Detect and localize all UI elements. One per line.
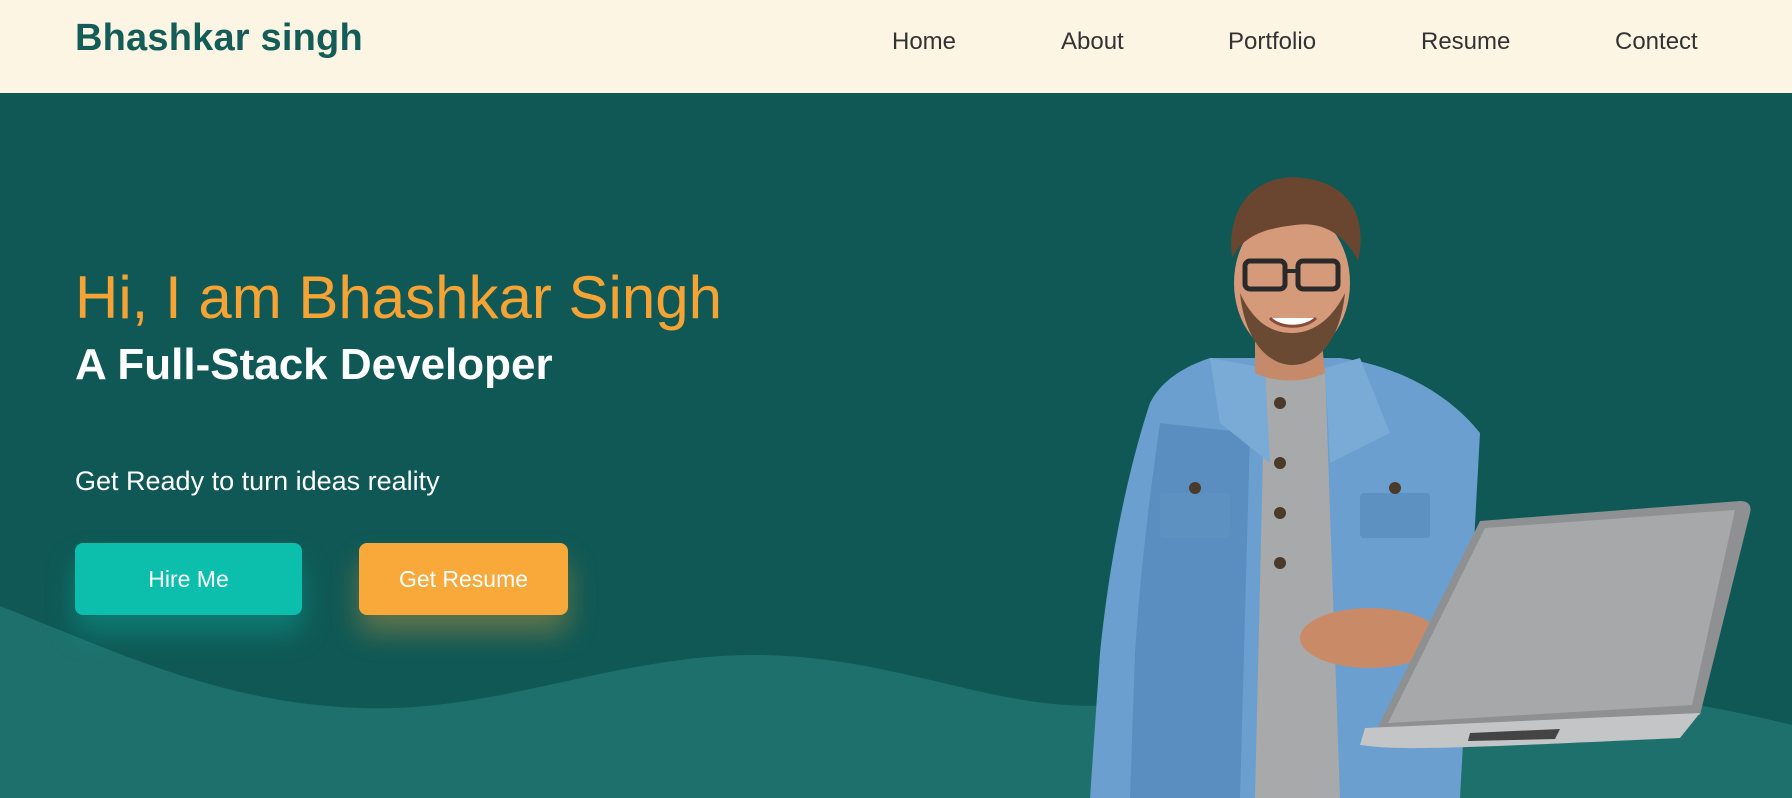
nav-link-about[interactable]: About [1061,28,1124,56]
navbar: Bhashkar singh Home About Portfolio Resu… [0,0,1792,93]
developer-portrait-image [1090,177,1751,798]
hero-role: A Full-Stack Developer [75,340,553,389]
nav-link-home[interactable]: Home [892,28,956,56]
hero-greeting: Hi, I am Bhashkar Singh [75,264,722,331]
nav-link-resume[interactable]: Resume [1421,28,1510,56]
get-resume-button[interactable]: Get Resume [359,543,568,615]
nav-link-contact[interactable]: Contect [1615,28,1698,56]
hero-tagline: Get Ready to turn ideas reality [75,466,440,496]
hero-section: Hi, I am Bhashkar Singh A Full-Stack Dev… [0,93,1792,798]
nav-links: Home About Portfolio Resume Contect [0,28,1792,58]
hire-me-button[interactable]: Hire Me [75,543,302,615]
nav-link-portfolio[interactable]: Portfolio [1228,28,1316,56]
